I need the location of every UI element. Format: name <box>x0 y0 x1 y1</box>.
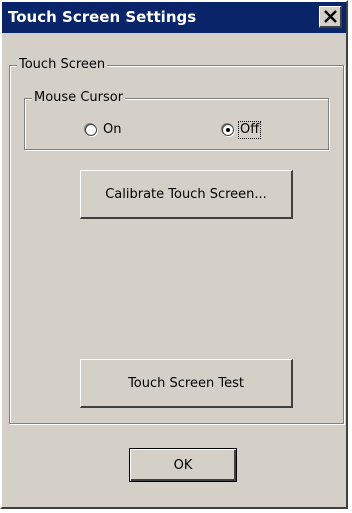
touch-screen-group-label: Touch Screen <box>17 57 108 73</box>
mouse-cursor-group-label: Mouse Cursor <box>32 90 126 106</box>
mouse-cursor-off-label: Off <box>237 121 262 139</box>
ok-button[interactable]: OK <box>129 448 237 482</box>
mouse-cursor-on-label: On <box>103 122 122 137</box>
close-button[interactable] <box>319 6 342 28</box>
mouse-cursor-group: Mouse Cursor <box>24 90 329 150</box>
radio-button-selected-icon <box>222 124 234 136</box>
mouse-cursor-off-radio[interactable]: Off <box>222 121 262 139</box>
settings-dialog: Touch Screen Settings Touch Screen Mouse… <box>0 0 348 509</box>
radio-button-unselected-icon <box>85 124 97 136</box>
window-title: Touch Screen Settings <box>8 8 197 26</box>
mouse-cursor-on-radio[interactable]: On <box>85 121 122 139</box>
touch-screen-test-button[interactable]: Touch Screen Test <box>80 359 293 408</box>
title-bar[interactable]: Touch Screen Settings <box>2 2 346 33</box>
calibrate-touch-screen-button[interactable]: Calibrate Touch Screen... <box>80 170 293 219</box>
close-icon <box>324 10 337 23</box>
